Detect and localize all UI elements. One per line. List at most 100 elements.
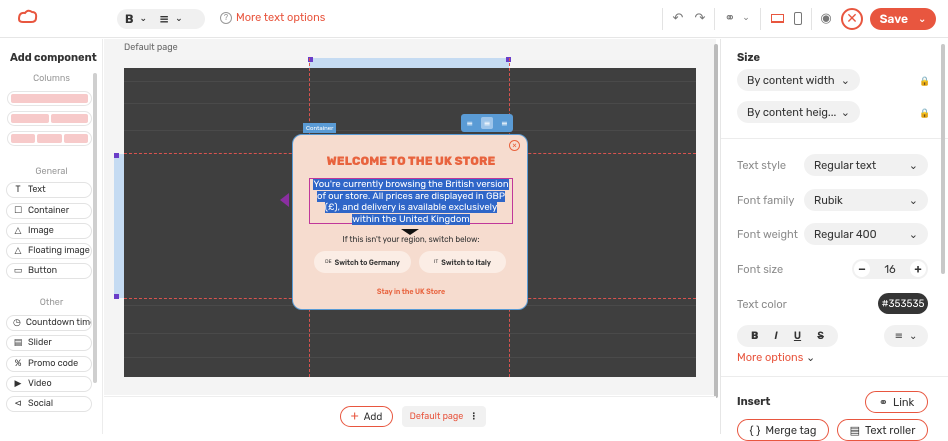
switch-region-text[interactable]: If this isn't your region, switch below: [293,235,529,244]
canvas-scrollbar[interactable] [714,44,718,398]
underline-button[interactable]: U [794,330,801,342]
column-layout-1[interactable] [7,91,92,106]
more-options-link[interactable]: More options ⌄ [737,351,815,364]
chevron-down-icon: ⌄ [908,158,918,172]
component-social[interactable]: ⊲ Social [6,396,92,412]
floating-image-icon: △ [14,246,22,256]
merge-tag-button[interactable]: { } Merge tag [737,419,829,441]
other-heading: Other [39,298,64,308]
countdown-icon: ◷ [13,318,21,328]
font-size-label: Font size [737,263,784,276]
divider [714,8,715,30]
divider [124,130,696,131]
top-toolbar: B ⌄ ≡ ⌄ ? More text options ↶ ↷ ⚭ ⌄ ◉ ✕ … [0,0,948,38]
more-vertical-icon[interactable]: ⋮ [469,412,478,422]
popup-body-text[interactable]: You're currently browsing the British ve… [309,178,513,225]
column-layout-3[interactable] [7,131,92,146]
promo-code-icon: % [14,359,22,369]
text-style-select[interactable]: Regular text ⌄ [804,154,928,176]
align-left-icon[interactable]: ≡ [464,117,476,129]
component-container[interactable]: ☐ Container [6,203,92,219]
column-layout-2[interactable] [7,111,92,126]
more-text-options-link[interactable]: ? More text options [220,11,325,24]
left-arrow-icon[interactable] [280,193,289,207]
chevron-down-icon[interactable]: ⌄ [738,10,754,26]
link-icon: ⚭ [878,395,888,409]
divider [760,8,761,30]
container-tag[interactable]: Container [303,123,337,133]
divider [662,8,663,30]
left-margin-handle[interactable] [114,154,124,298]
help-circle-icon: ? [220,11,232,24]
close-icon[interactable]: ✕ [841,8,863,30]
component-countdown-timer[interactable]: ◷ Countdown timer [6,315,92,331]
properties-panel: Size By content width ⌄ 🔒 By content hei… [720,39,948,441]
component-promo-code[interactable]: % Promo code [6,356,92,372]
text-color-label: Text color [737,298,787,311]
font-size-stepper[interactable]: − 16 + [852,259,928,279]
font-family-select[interactable]: Rubik ⌄ [804,189,928,211]
text-roller-button[interactable]: ▤ Text roller [837,419,928,441]
align-right-icon[interactable]: ≡ [498,117,510,129]
popup-title[interactable]: WELCOME TO THE UK STORE [293,154,529,168]
lock-icon[interactable]: 🔒 [919,109,930,119]
component-slider[interactable]: ▤ Slider [6,335,92,351]
text-format-group: B I U S [737,325,838,347]
chevron-down-icon[interactable]: ⌄ [175,14,183,24]
bold-dropdown[interactable]: B [125,12,133,26]
left-scrollbar[interactable] [93,73,97,383]
text-style-label: Text style [737,159,787,172]
font-weight-select[interactable]: Regular 400 ⌄ [804,223,928,245]
page-tab-default[interactable]: Default page ⋮ [402,406,486,427]
width-select[interactable]: By content width ⌄ [737,69,860,91]
close-icon[interactable]: × [509,140,520,151]
right-scrollbar[interactable] [941,44,945,274]
component-video[interactable]: ▶ Video [6,376,92,392]
component-text[interactable]: T Text [6,182,92,198]
chevron-down-icon: ⌄ [840,105,850,119]
page-label: Default page [124,43,178,53]
video-icon: ▶ [14,379,22,389]
italic-button[interactable]: I [775,330,778,342]
redo-icon[interactable]: ↷ [692,10,708,26]
component-image[interactable]: △ Image [6,223,92,239]
divider [124,357,696,358]
insert-link-button[interactable]: ⚭ Link [865,391,928,413]
switch-germany-button[interactable]: DE Switch to Germany [314,251,411,273]
align-center-icon[interactable]: ≡ [159,12,169,26]
resize-handle[interactable] [114,153,119,158]
top-margin-handle[interactable] [309,58,509,68]
save-button[interactable]: Save ⌄ [870,8,936,30]
chevron-down-icon: ⌄ [806,351,816,364]
page-bar: + Add Default page ⋮ [104,396,716,434]
resize-handle[interactable] [114,294,119,299]
add-component-panel: Add component Columns General T Text ☐ Con… [0,39,103,434]
add-page-button[interactable]: + Add [340,406,393,427]
chevron-down-icon[interactable]: ⌄ [918,13,926,25]
stay-uk-link[interactable]: Stay in the UK Store [293,287,529,296]
lock-icon[interactable]: 🔒 [919,77,930,87]
preview-eye-icon[interactable]: ◉ [818,10,834,26]
desktop-icon[interactable] [769,10,785,26]
plus-icon[interactable]: + [910,261,926,277]
align-center-icon[interactable]: ≡ [480,117,493,129]
strikethrough-button[interactable]: S [817,330,824,342]
component-floating-image[interactable]: △ Floating image [6,243,92,259]
text-align-select[interactable]: ≡ ⌄ [884,325,928,347]
undo-icon[interactable]: ↶ [670,10,686,26]
globe-icon[interactable]: ⚭ [722,10,738,26]
text-color-swatch[interactable]: #353535 [878,293,928,314]
font-family-label: Font family [737,194,795,207]
image-icon: △ [14,226,22,236]
mobile-icon[interactable] [790,10,806,26]
container-icon: ☐ [13,206,23,216]
slider-icon: ▤ [13,338,23,348]
popup-container[interactable]: × WELCOME TO THE UK STORE You're current… [280,134,529,310]
switch-italy-button[interactable]: IT Switch to Italy [419,251,506,273]
bold-button[interactable]: B [751,330,758,342]
general-heading: General [35,167,68,177]
minus-icon[interactable]: − [854,261,870,277]
height-select[interactable]: By content heig... ⌄ [737,101,860,123]
component-button[interactable]: ▭ Button [6,263,92,279]
chevron-down-icon[interactable]: ⌄ [139,14,147,24]
